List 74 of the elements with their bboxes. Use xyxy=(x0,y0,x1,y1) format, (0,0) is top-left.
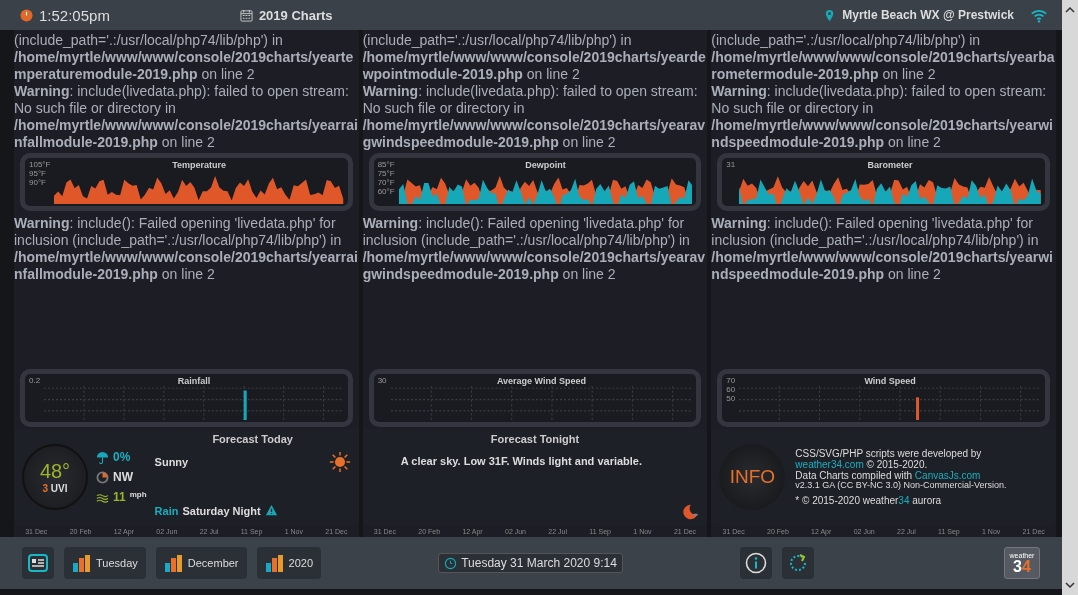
info-icon xyxy=(745,552,767,574)
sun-icon xyxy=(328,451,351,473)
chart-title: Average Wind Speed xyxy=(496,376,586,386)
chart-button[interactable]: 2020 xyxy=(256,547,322,579)
credit-text: CSS/SVG/PHP scripts were developed by weather34.com © 2015-2020. xyxy=(795,448,983,470)
error-message: (include_path='.:/usr/local/php74/lib/php') in /home/myrtle/www/www/console/2019charts/yeardewpointmodule-2019.php on line 2 xyxy=(362,32,707,83)
calendar-icon xyxy=(239,8,253,22)
clock-icon xyxy=(444,556,458,570)
bar-chart-icon xyxy=(264,554,285,572)
forecast-text: A clear sky. Low 31F. Winds light and variable. xyxy=(400,455,644,467)
clock-icon xyxy=(20,8,33,22)
compass-icon xyxy=(96,470,109,484)
panel-title: Forecast Tonight xyxy=(490,433,580,445)
axis-tick: 70°F xyxy=(377,178,395,187)
chart-title: Barometer xyxy=(867,160,913,170)
rain-forecast: Saturday Night xyxy=(182,504,261,517)
info-badge: INFO xyxy=(719,444,786,510)
wind-direction: NW xyxy=(113,470,133,484)
rain-label: Rain xyxy=(154,504,179,517)
axis-tick: 30 xyxy=(377,376,387,385)
refresh-button[interactable] xyxy=(782,547,814,579)
error-message: (include_path='.:/usr/local/php74/lib/php') in /home/myrtle/www/www/console/2019charts/yearbarometermodule-2019.php on line 2 xyxy=(711,32,1056,83)
scroll-up-icon[interactable] xyxy=(1065,6,1075,14)
umbrella-icon xyxy=(96,450,109,464)
axis-tick: 60 xyxy=(726,385,736,394)
axis-tick: 105°F xyxy=(29,160,51,169)
warning-icon xyxy=(264,504,278,517)
temperature-gauge: 48° 3 UVI xyxy=(22,444,88,510)
axis-tick: 50 xyxy=(726,394,736,403)
axis-tick: 31 xyxy=(726,160,736,169)
chart-title: Wind Speed xyxy=(864,376,916,386)
error-message: Warning: include(livedata.php): failed to open stream: No such file or directory in /home/myrtle/www/www/console/2019charts/yearwindspeedmodule-2019.php on line 2 xyxy=(711,83,1054,151)
error-message: Warning: include(): Failed opening 'livedata.php' for inclusion (include_path='.:/usr/local/php74/lib/php') in /home/myrtle/www/www/console/2019charts/yearrainfallmodule-2019.php on line 2 xyxy=(14,215,359,283)
chart-button[interactable]: Tuesday xyxy=(64,547,146,579)
axis-tick: 70 xyxy=(726,376,736,385)
chart-title: Dewpoint xyxy=(525,160,566,170)
version-text: v2.3.1 GA (CC BY-NC 3.0) Non-Commercial-Version. xyxy=(795,481,1008,490)
copyright-text: * © 2015-2020 weather34 aurora xyxy=(795,495,943,506)
bar-chart-icon xyxy=(72,554,92,572)
refresh-icon xyxy=(787,552,809,574)
credit-link[interactable]: CanvasJs.com xyxy=(914,470,981,481)
error-message: Warning: include(livedata.php): failed to open stream: No such file or directory in /home/myrtle/www/www/console/2019charts/yearrainfallmodule-2019.php on line 2 xyxy=(14,83,359,151)
moon-icon xyxy=(681,503,700,521)
axis-tick: 0.2 xyxy=(29,376,41,385)
menu-button[interactable] xyxy=(22,547,54,579)
axis-tick: 95°F xyxy=(29,169,47,178)
error-message: Warning: include(livedata.php): failed to open stream: No such file or directory in /home/myrtle/www/www/console/2019charts/yearavgwindspeedmodule-2019.php on line 2 xyxy=(362,83,707,151)
error-message: (include_path='.:/usr/local/php74/lib/php') in /home/myrtle/www/www/console/2019charts/yeartemperaturemodule-2019.php on line 2 xyxy=(14,32,355,83)
axis-tick: 90°F xyxy=(29,178,47,187)
error-message: Warning: include(): Failed opening 'livedata.php' for inclusion (include_path='.:/usr/local/php74/lib/php') in /home/myrtle/www/www/console/2019charts/yearwindspeedmodule-2019.php on line 2 xyxy=(711,215,1054,283)
page-title: 2019 Charts xyxy=(258,7,333,23)
condition-text: Sunny xyxy=(154,456,189,468)
error-message: Warning: include(): Failed opening 'livedata.php' for inclusion (include_path='.:/usr/local/php74/lib/php') in /home/myrtle/www/www/console/2019charts/yearavgwindspeedmodule-2019.php on line 2 xyxy=(362,215,707,283)
station-name: Myrtle Beach WX @ Prestwick xyxy=(842,8,1014,22)
axis-tick: 85°F xyxy=(377,160,395,169)
credit-text: Data Charts compiled with CanvasJs.com xyxy=(795,470,982,481)
wind-speed: 11 xyxy=(113,490,126,504)
scrollbar[interactable] xyxy=(1062,0,1078,595)
axis-tick: 75°F xyxy=(377,169,395,178)
scroll-down-icon[interactable] xyxy=(1065,581,1075,589)
chart-title: Temperature xyxy=(172,160,226,170)
axis-tick: 60°F xyxy=(377,187,395,196)
chart-button[interactable]: December xyxy=(155,547,247,579)
credit-link[interactable]: weather34.com xyxy=(795,459,864,470)
wind-unit: mph xyxy=(129,490,147,499)
info-button[interactable] xyxy=(740,547,772,579)
id-card-icon xyxy=(28,554,48,572)
clock-time: 1:52:05pm xyxy=(39,6,110,24)
chart-title: Rainfall xyxy=(177,376,211,386)
bar-chart-icon xyxy=(163,554,184,572)
wifi-icon xyxy=(1030,7,1048,23)
panel-title: Forecast Today xyxy=(212,433,293,445)
date-time-text: Tuesday 31 March 2020 9:14 xyxy=(461,556,617,570)
rain-chance: 0% xyxy=(113,450,131,464)
